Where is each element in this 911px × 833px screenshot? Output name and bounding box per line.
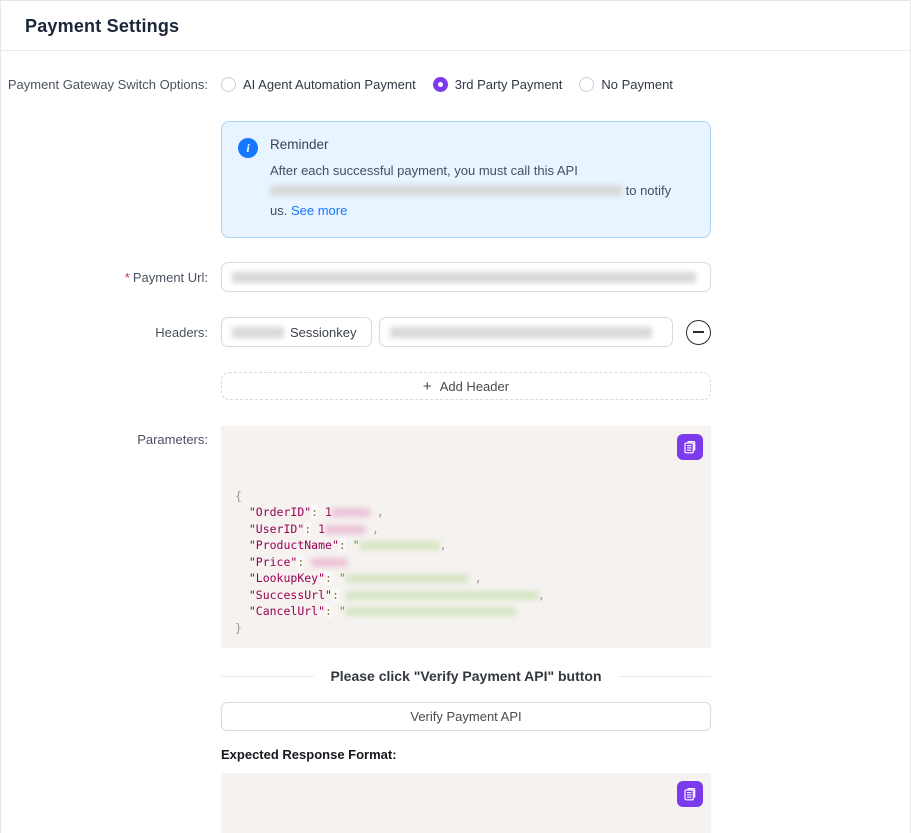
redacted-header-value [390,327,652,338]
payment-url-row: *Payment Url: [1,262,910,292]
verify-payment-api-button[interactable]: Verify Payment API [221,702,711,731]
reminder-alert: i Reminder After each successful payment… [221,121,711,238]
copy-icon[interactable] [677,434,703,460]
gateway-label: Payment Gateway Switch Options: [1,77,221,92]
see-more-link[interactable]: See more [291,203,347,218]
parameters-label: Parameters: [1,426,221,447]
redacted-header-key-prefix [232,327,284,338]
redacted-value [346,574,468,583]
code-line: "UserID": 1 , [235,521,697,538]
code-line: } [235,620,697,637]
parameters-code-block: { "OrderID": 1 , "UserID": 1 , "ProductN… [221,426,711,648]
expected-response-label: Expected Response Format: [221,747,711,762]
code-line: "SuccessUrl": , [235,587,697,604]
reminder-text-line3: us. See more [270,201,671,221]
radio-selected-icon[interactable] [433,77,448,92]
radio-option-ai-agent-automation-payment[interactable]: AI Agent Automation Payment [221,77,416,92]
gateway-row: Payment Gateway Switch Options: AI Agent… [1,77,910,92]
radio-unselected-icon[interactable] [579,77,594,92]
reminder-row: i Reminder After each successful payment… [1,121,910,238]
header-value-input[interactable] [379,317,673,347]
code-line: "ProductName": ", [235,537,697,554]
verify-divider-text: Please click "Verify Payment API" button [330,668,601,684]
headers-row: Headers: Sessionkey [1,317,910,347]
copy-icon[interactable] [677,781,703,807]
code-line: "OrderID": 1 , [235,504,697,521]
redacted-value [325,525,365,534]
radio-option-label: AI Agent Automation Payment [243,77,416,92]
code-line: "Price": [235,554,697,571]
radio-option-3rd-party-payment[interactable]: 3rd Party Payment [433,77,563,92]
payment-settings-page: Payment Settings Payment Gateway Switch … [0,0,911,833]
reminder-text-line2: to notify [270,181,671,201]
verify-divider: Please click "Verify Payment API" button [221,668,711,684]
code-line: "CancelUrl": " [235,603,697,620]
header-key-text: Sessionkey [290,325,356,340]
required-mark: * [125,270,130,285]
gateway-radio-group: AI Agent Automation Payment 3rd Party Pay… [221,77,711,92]
parameters-row: Parameters: { "OrderID": 1 , "UserID": 1… [1,426,910,648]
reminder-title: Reminder [270,137,671,152]
page-title: Payment Settings [25,16,886,37]
response-code-block: { "Data": { "URL": "https://checkout.str… [221,773,711,833]
header-key-input[interactable]: Sessionkey [221,317,372,347]
code-line: "LookupKey": " , [235,570,697,587]
redacted-value [346,591,538,600]
redacted-value [346,607,516,616]
radio-option-label: No Payment [601,77,673,92]
radio-option-label: 3rd Party Payment [455,77,563,92]
redacted-api-url [270,185,622,196]
remove-header-icon[interactable] [686,320,711,345]
headers-label: Headers: [1,325,221,340]
page-header: Payment Settings [1,1,910,51]
info-icon: i [238,138,258,158]
payment-url-label: Payment Url: [133,270,208,285]
radio-unselected-icon[interactable] [221,77,236,92]
redacted-value [360,541,440,550]
redacted-value [311,558,347,567]
payment-url-input[interactable] [221,262,711,292]
code-line: { [235,488,697,505]
redacted-value [332,508,370,517]
plus-icon: + [423,379,432,394]
redacted-payment-url [232,272,696,283]
add-header-button[interactable]: + Add Header [221,372,711,400]
payment-settings-form: Payment Gateway Switch Options: AI Agent… [1,51,910,833]
reminder-text-line1: After each successful payment, you must … [270,161,671,181]
add-header-row: + Add Header [1,372,910,400]
radio-option-no-payment[interactable]: No Payment [579,77,673,92]
